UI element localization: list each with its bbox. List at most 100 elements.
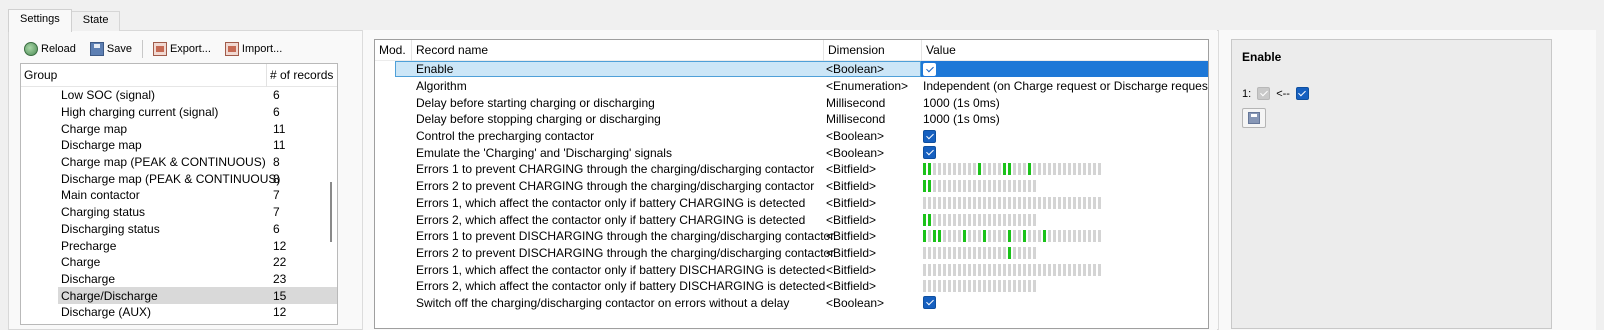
bitfield-bar[interactable] [923,196,1103,209]
record-value[interactable] [923,295,936,311]
bit-set [983,230,986,243]
bit-clear [1028,230,1031,243]
group-row[interactable]: Low SOC (signal) 6 [21,87,337,104]
record-value[interactable] [923,61,936,77]
value-checkbox[interactable] [923,62,936,76]
group-row[interactable]: Charge map 11 [21,120,337,137]
bit-clear [998,230,1001,243]
mod-column-header[interactable]: Mod. [375,40,412,61]
bit-clear [1098,163,1101,176]
detail-save-button[interactable] [1242,108,1266,128]
record-value[interactable] [923,262,1103,278]
import-icon [224,42,239,56]
record-value[interactable] [923,228,1103,244]
group-row[interactable]: Discharge map 11 [21,137,337,154]
group-row[interactable]: Charging status 7 [21,204,337,221]
record-value[interactable]: 1000 (1s 0ms) [923,111,1000,127]
bit-clear [1023,163,1026,176]
bitfield-bar[interactable] [923,263,1103,276]
bitfield-bar[interactable] [923,180,1038,193]
bit-clear [933,280,936,293]
record-value[interactable]: Independent (on Charge request or Discha… [923,78,1208,94]
record-row[interactable]: Algorithm <Enumeration> Independent (on Ch… [375,78,1208,95]
tab-state[interactable]: State [70,11,121,31]
bit-clear [1023,196,1026,209]
group-row[interactable]: Charge 22 [21,254,337,271]
bit-clear [953,213,956,226]
group-row[interactable]: Discharge map (PEAK & CONTINUOUS) 8 [21,170,337,187]
new-value-checkbox[interactable] [1295,87,1309,100]
value-checkbox[interactable] [923,129,936,143]
bitfield-bar[interactable] [923,213,1038,226]
detail-title: Enable [1242,50,1282,64]
bit-clear [938,196,941,209]
bit-clear [1098,230,1101,243]
record-value[interactable] [923,128,936,144]
dimension-column-header[interactable]: Dimension [824,40,922,61]
group-name: Precharge [61,238,117,253]
bitfield-bar[interactable] [923,163,1103,176]
record-name: Delay before starting charging or discha… [416,95,655,110]
bit-clear [923,280,926,293]
bit-clear [958,263,961,276]
save-button[interactable]: Save [86,39,136,59]
group-column-header[interactable]: Group [21,68,266,82]
record-value[interactable] [923,145,936,161]
bit-clear [1003,230,1006,243]
record-row[interactable]: Errors 1, which affect the contactor onl… [375,195,1208,212]
group-row[interactable]: Charge/Discharge 15 [58,287,337,304]
record-row[interactable]: Delay before stopping charging or discha… [375,111,1208,128]
record-row[interactable]: Enable <Boolean> [375,61,1208,78]
group-row[interactable]: Discharge (AUX) 12 [21,304,337,321]
group-row[interactable]: Main contactor 7 [21,187,337,204]
bit-clear [1048,163,1051,176]
import-button[interactable]: Import... [221,39,286,59]
group-record-count: 7 [273,188,280,203]
record-row[interactable]: Errors 2, which affect the contactor onl… [375,278,1208,295]
reload-button[interactable]: Reload [20,39,80,59]
tab-settings[interactable]: Settings [8,9,72,32]
bit-clear [1008,213,1011,226]
record-row[interactable]: Emulate the 'Charging' and 'Discharging'… [375,144,1208,161]
value-checkbox[interactable] [923,146,936,160]
group-row[interactable]: Charge map (PEAK & CONTINUOUS) 8 [21,154,337,171]
bit-clear [1033,230,1036,243]
bit-set [938,230,941,243]
record-value[interactable] [923,212,1038,228]
value-column-header[interactable]: Value [922,40,1208,61]
bitfield-bar[interactable] [923,230,1103,243]
record-value[interactable] [923,245,1038,261]
group-row[interactable]: High charging current (signal) 6 [21,104,337,121]
export-button[interactable]: Export... [149,39,215,59]
record-dimension: <Bitfield> [826,245,877,260]
record-name-column-header[interactable]: Record name [412,40,824,61]
record-value[interactable] [923,161,1103,177]
record-dimension: <Boolean> [826,145,885,160]
count-column-header[interactable]: # of records [266,64,333,87]
record-row[interactable]: Switch off the charging/discharging cont… [375,295,1208,312]
bitfield-bar[interactable] [923,246,1038,259]
bit-clear [1058,230,1061,243]
group-record-count: 6 [273,105,280,120]
bit-clear [1048,263,1051,276]
record-row[interactable]: Errors 1 to prevent DISCHARGING through … [375,228,1208,245]
record-row[interactable]: Errors 2 to prevent DISCHARGING through … [375,245,1208,262]
group-row[interactable]: Discharge 23 [21,271,337,288]
record-value[interactable] [923,278,1038,294]
group-row[interactable]: Precharge 12 [21,237,337,254]
bit-clear [1093,163,1096,176]
record-row[interactable]: Errors 2 to prevent CHARGING through the… [375,178,1208,195]
bitfield-bar[interactable] [923,280,1038,293]
value-checkbox[interactable] [923,296,936,310]
record-row[interactable]: Control the precharging contactor <Boolea… [375,128,1208,145]
record-value[interactable]: 1000 (1s 0ms) [923,95,1000,111]
record-value[interactable] [923,178,1038,194]
export-label: Export... [169,43,211,55]
record-value[interactable] [923,195,1103,211]
group-row[interactable]: Discharging status 6 [21,221,337,238]
record-row[interactable]: Delay before starting charging or discha… [375,94,1208,111]
record-row[interactable]: Errors 1, which affect the contactor onl… [375,261,1208,278]
record-row[interactable]: Errors 1 to prevent CHARGING through the… [375,161,1208,178]
record-row[interactable]: Errors 2, which affect the contactor onl… [375,211,1208,228]
group-list-scrollbar[interactable] [330,182,332,242]
